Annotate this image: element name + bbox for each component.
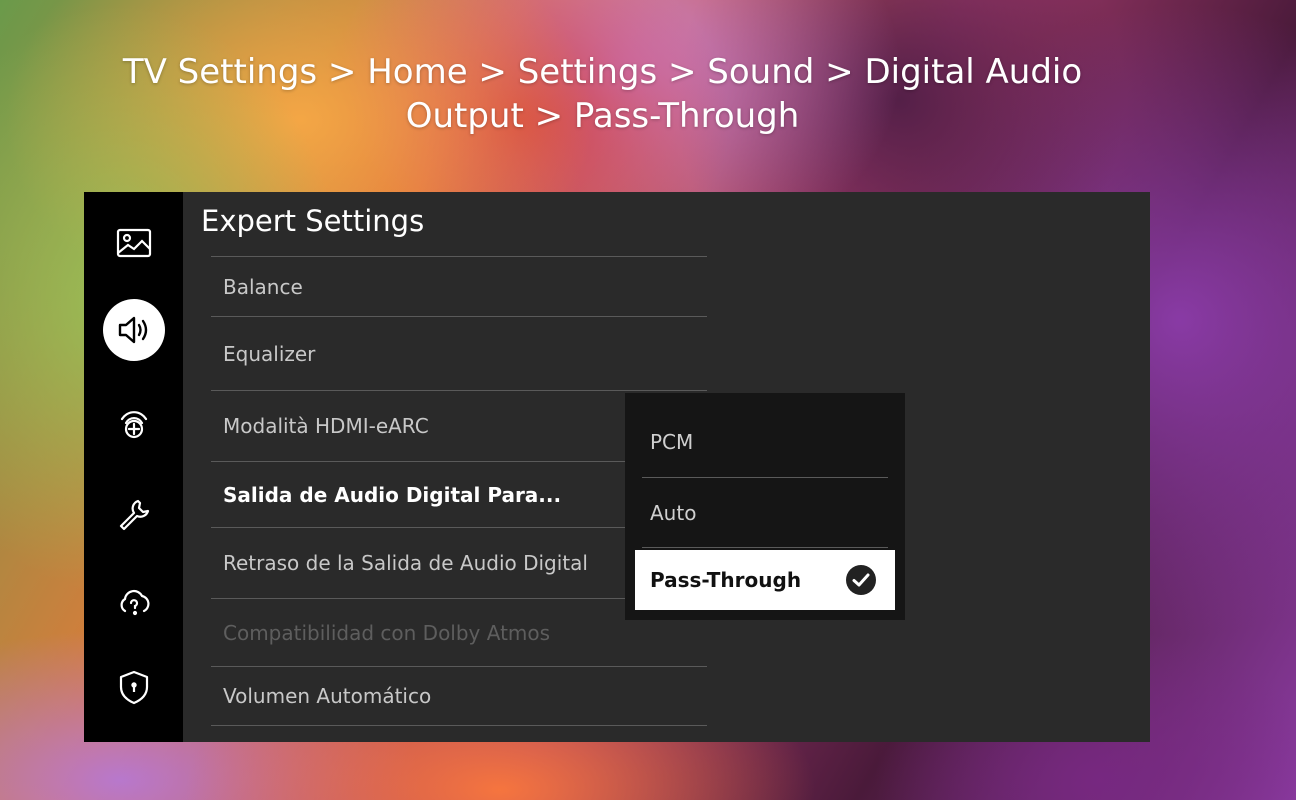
sidebar-item-support[interactable] [103,484,165,546]
shield-icon [119,670,149,705]
menu-item-label: Compatibilidad con Dolby Atmos [223,620,551,645]
settings-panel: Expert Settings Balance Equalizer Modali… [84,192,1150,742]
network-icon [120,411,148,439]
menu-item-label: Balance [223,274,303,299]
menu-item-label: Equalizer [223,341,316,366]
checkmark-icon [846,565,876,595]
menu-item-balance[interactable]: Balance [211,256,707,316]
menu-item-equalizer[interactable]: Equalizer [211,316,707,390]
menu-item-label: Modalità HDMI-eARC [223,414,429,438]
settings-sidebar [84,192,183,742]
page-title: Expert Settings [201,204,425,238]
menu-item-label: Salida de Audio Digital Para... [223,482,562,507]
digital-audio-output-dropdown: PCM Auto Pass-Through [625,393,905,620]
option-label: PCM [650,430,694,454]
picture-icon [116,228,152,258]
wrench-icon [119,499,150,531]
cloud-help-icon [120,589,150,616]
option-pass-through[interactable]: Pass-Through [635,550,895,610]
breadcrumb: TV Settings > Home > Settings > Sound > … [80,50,1125,138]
menu-item-label: Volumen Automático [223,684,432,708]
sidebar-item-network[interactable] [103,392,165,454]
option-pcm[interactable]: PCM [642,407,888,478]
menu-item-label: Retraso de la Salida de Audio Digital [223,551,588,575]
option-label: Pass-Through [650,568,802,592]
menu-item-auto-volume[interactable]: Volumen Automático [211,666,707,726]
sidebar-item-privacy[interactable] [103,656,165,718]
sidebar-item-sound[interactable] [103,299,165,361]
sidebar-item-picture[interactable] [103,212,165,274]
option-auto[interactable]: Auto [642,478,888,548]
breadcrumb-line-2: Output > Pass-Through [405,96,800,136]
option-label: Auto [650,500,697,525]
breadcrumb-line-1: TV Settings > Home > Settings > Sound > … [122,52,1083,92]
sound-icon [118,316,148,344]
sidebar-item-help[interactable] [103,572,165,634]
